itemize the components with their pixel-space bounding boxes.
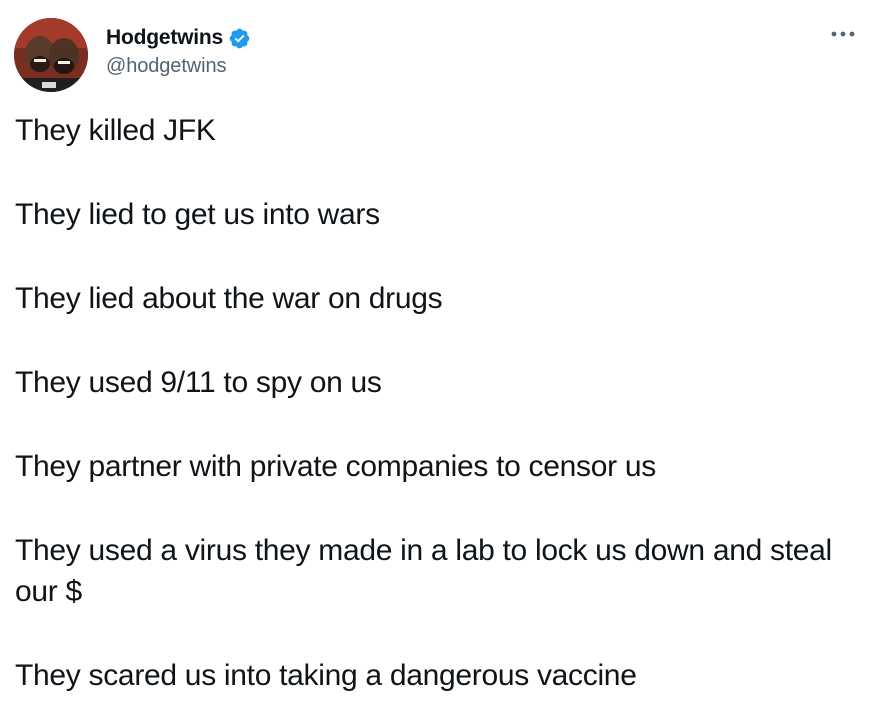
- display-name-row: Hodgetwins: [106, 25, 251, 51]
- tweet-line: They used 9/11 to spy on us: [15, 366, 382, 399]
- tweet-line: They partner with private companies to c…: [15, 450, 656, 483]
- author-names: Hodgetwins @hodgetwins: [106, 25, 251, 78]
- display-name[interactable]: Hodgetwins: [106, 26, 223, 50]
- more-options-icon[interactable]: [828, 22, 858, 46]
- tweet-line: They lied about the war on drugs: [15, 282, 443, 315]
- tweet-card: Hodgetwins @hodgetwins They killed JFK T…: [0, 0, 878, 718]
- tweet-line: They used a virus they made in a lab to …: [15, 534, 840, 608]
- tweet-line: They killed JFK: [15, 114, 216, 147]
- tweet-text: They killed JFK They lied to get us into…: [15, 110, 865, 696]
- author-handle[interactable]: @hodgetwins: [106, 55, 251, 78]
- tweet-line: They lied to get us into wars: [15, 198, 380, 231]
- verified-badge-icon: [228, 27, 251, 50]
- tweet-line: They scared us into taking a dangerous v…: [15, 659, 637, 692]
- profile-photo-icon: [14, 18, 88, 92]
- tweet-header: Hodgetwins @hodgetwins: [14, 18, 864, 92]
- avatar[interactable]: [14, 18, 88, 92]
